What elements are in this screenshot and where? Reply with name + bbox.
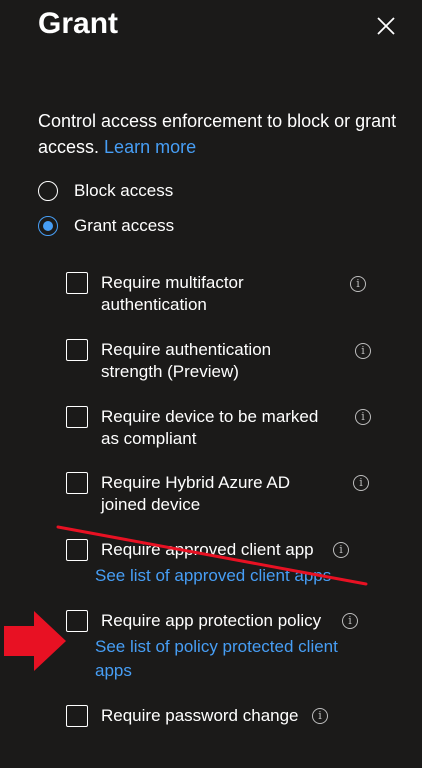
checkbox-password-change[interactable] (66, 705, 88, 727)
policy-protected-apps-link-1[interactable]: See list of policy protected client (95, 635, 338, 659)
control-hybrid-joined-label-1: Require Hybrid Azure AD (101, 473, 290, 492)
control-auth-strength-label-2: strength (Preview) (101, 362, 239, 381)
red-arrow-icon (4, 611, 66, 671)
radio-block-access[interactable]: Block access (38, 178, 173, 204)
radio-grant-access-circle[interactable] (38, 216, 58, 236)
control-password-change-label: Require password change (101, 706, 299, 725)
grant-panel: Grant Control access enforcement to bloc… (0, 0, 422, 768)
checkbox-mfa[interactable] (66, 272, 88, 294)
learn-more-link[interactable]: Learn more (104, 137, 196, 157)
info-icon[interactable]: i (350, 276, 366, 292)
info-icon[interactable]: i (353, 475, 369, 491)
control-compliant-device-label-2: as compliant (101, 429, 197, 448)
checkbox-auth-strength[interactable] (66, 339, 88, 361)
info-icon[interactable]: i (333, 542, 349, 558)
approved-client-apps-link[interactable]: See list of approved client apps (95, 564, 331, 588)
panel-title: Grant (38, 7, 119, 40)
checkbox-hybrid-joined[interactable] (66, 472, 88, 494)
control-approved-client-app-label: Require approved client app (101, 540, 314, 559)
control-compliant-device-label-1: Require device to be marked (101, 407, 319, 426)
policy-protected-apps-link-2[interactable]: apps (95, 659, 132, 683)
radio-block-access-circle[interactable] (38, 181, 58, 201)
checkbox-approved-client-app[interactable] (66, 539, 88, 561)
control-hybrid-joined-label-2: joined device (101, 495, 201, 514)
info-icon[interactable]: i (355, 409, 371, 425)
control-auth-strength-label-1: Require authentication (101, 340, 272, 359)
radio-grant-access[interactable]: Grant access (38, 213, 174, 239)
radio-block-access-label: Block access (74, 181, 174, 200)
info-icon[interactable]: i (342, 613, 358, 629)
control-app-protection-policy-label: Require app protection policy (101, 611, 322, 630)
control-mfa-label-1: Require multifactor (101, 273, 244, 292)
control-mfa-label-2: authentication (101, 295, 207, 314)
checkbox-app-protection-policy[interactable] (66, 610, 88, 632)
info-icon[interactable]: i (312, 708, 328, 724)
radio-grant-access-label: Grant access (74, 216, 175, 235)
description: Control access enforcement to block or g… (38, 108, 398, 160)
info-icon[interactable]: i (355, 343, 371, 359)
description-text: Control access enforcement to block or g… (38, 111, 397, 157)
checkbox-compliant-device[interactable] (66, 406, 88, 428)
close-icon[interactable] (372, 12, 400, 40)
